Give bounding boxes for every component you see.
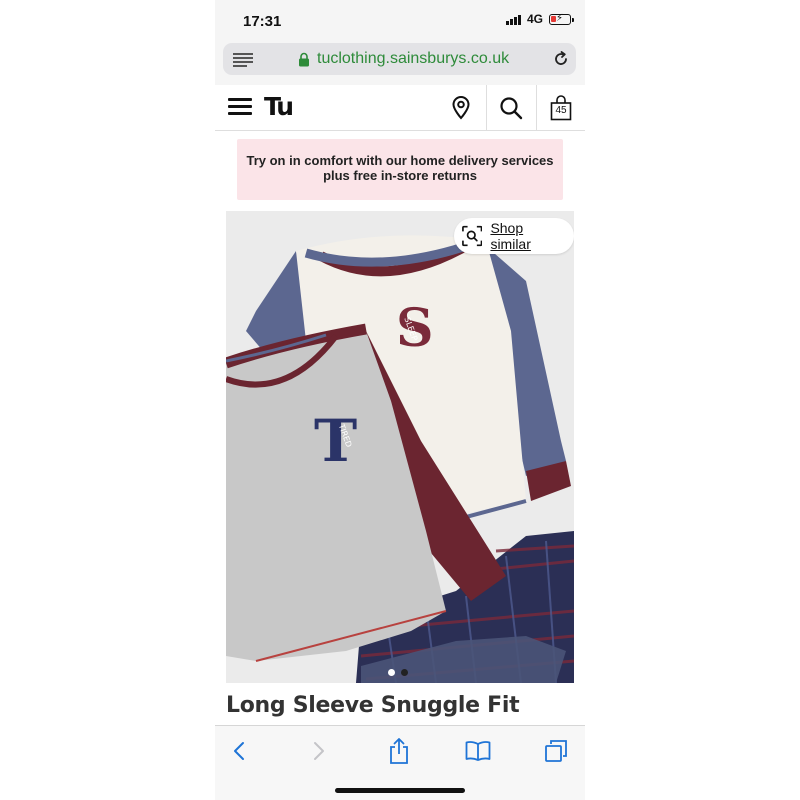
browser-url-area: tuclothing.sainsburys.co.uk [215, 40, 585, 86]
basket-button[interactable]: 45 [537, 85, 585, 130]
address-bar[interactable]: tuclothing.sainsburys.co.uk [223, 43, 576, 75]
promo-banner[interactable]: Try on in comfort with our home delivery… [237, 139, 563, 200]
search-button[interactable] [487, 85, 535, 130]
product-image-gallery[interactable]: S SLEEP T TIRED Shop similar [226, 211, 574, 683]
forward-icon [314, 742, 324, 760]
share-icon [390, 738, 408, 764]
back-print-sleep: S SLEEP [396, 298, 434, 359]
tu-logo[interactable]: Tu [264, 92, 294, 121]
home-indicator[interactable] [335, 788, 465, 793]
network-type: 4G [526, 12, 543, 26]
promo-line-1: Try on in comfort with our home delivery… [246, 153, 554, 168]
gallery-pagination [388, 669, 408, 676]
gallery-dot-active[interactable] [388, 669, 395, 676]
tabs-icon [545, 740, 567, 762]
bookmarks-button[interactable] [456, 736, 500, 766]
shop-similar-button[interactable]: Shop similar [454, 218, 574, 254]
reader-menu-icon[interactable] [233, 53, 253, 67]
share-button[interactable] [377, 736, 421, 766]
url-text: tuclothing.sainsburys.co.uk [317, 50, 510, 67]
reload-icon[interactable] [552, 50, 570, 68]
store-locator-button[interactable] [437, 85, 485, 130]
basket-count: 45 [555, 104, 567, 116]
phone-screen: 17:31 4G ⚡ tuclothing.sainsburys.co.uk T… [215, 0, 585, 800]
search-icon [500, 96, 523, 119]
back-icon [234, 742, 244, 760]
gallery-dot[interactable] [401, 669, 408, 676]
browser-toolbar [215, 725, 585, 800]
forward-button[interactable] [297, 736, 341, 766]
bookmarks-icon [465, 741, 491, 761]
status-bar: 17:31 4G ⚡ [215, 0, 585, 40]
promo-line-2: plus free in-store returns [323, 168, 477, 183]
status-time: 17:31 [243, 13, 282, 30]
visual-search-icon [462, 225, 483, 247]
product-photo: S SLEEP T TIRED [226, 235, 574, 683]
product-title: Long Sleeve Snuggle Fit [226, 693, 520, 718]
back-button[interactable] [217, 736, 261, 766]
shop-similar-label: Shop similar [490, 220, 531, 252]
location-pin-icon [452, 95, 470, 120]
shopping-bag-icon: 45 [550, 94, 572, 121]
tabs-button[interactable] [534, 736, 578, 766]
battery-icon: ⚡ [549, 13, 574, 25]
status-indicators: 4G ⚡ [505, 12, 574, 26]
signal-icon [505, 14, 521, 25]
front-print-tired: T TIRED [314, 407, 357, 475]
site-header: Tu 45 [215, 85, 585, 131]
hamburger-icon[interactable] [228, 98, 252, 116]
lock-icon [299, 52, 309, 66]
url-display[interactable]: tuclothing.sainsburys.co.uk [298, 50, 509, 68]
